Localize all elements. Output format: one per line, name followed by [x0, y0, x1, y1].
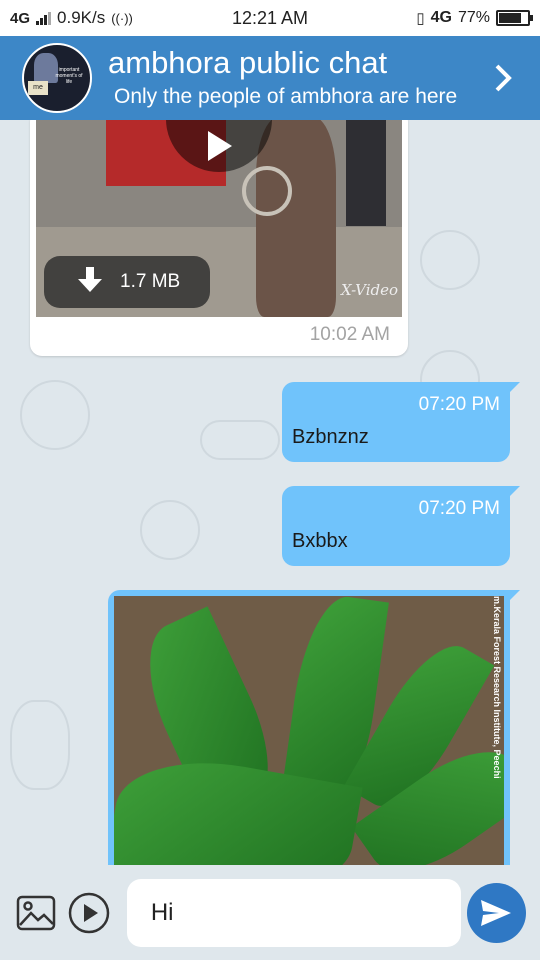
chat-subtitle: Only the people of ambhora are here [114, 85, 458, 108]
download-icon [76, 265, 104, 299]
hotspot-icon: ((·)) [111, 10, 133, 26]
message-input[interactable] [126, 878, 461, 947]
background-doodle [200, 420, 280, 460]
status-right: ▯ 4G 77% [330, 9, 533, 27]
speed-label: 0.9K/s [57, 8, 106, 27]
message-list[interactable]: 1.7 MB X-Video 10:02 AM 07:20 PM Bzbnznz… [0, 120, 540, 865]
message-text: Bzbnznz [292, 426, 369, 448]
message-time: 07:20 PM [418, 498, 500, 519]
composer-bar [0, 865, 540, 960]
chevron-right-icon[interactable] [488, 58, 518, 98]
download-button[interactable]: 1.7 MB [44, 256, 210, 308]
avatar-tag: me [28, 81, 48, 95]
video-size: 1.7 MB [120, 271, 181, 292]
clock: 12:21 AM [231, 7, 309, 28]
chat-header[interactable]: me important moment's of life ambhora pu… [0, 36, 540, 120]
send-button[interactable] [466, 882, 526, 943]
background-doodle [20, 380, 90, 450]
outgoing-photo-message[interactable]: m.Kerala Forest Research Institute, Peec… [108, 590, 520, 865]
background-doodle [140, 500, 200, 560]
video-thumbnail[interactable]: 1.7 MB X-Video [36, 120, 402, 317]
incoming-video-message[interactable]: 1.7 MB X-Video 10:02 AM [30, 120, 408, 356]
video-scene [256, 120, 336, 317]
message-text: Bxbbx [292, 530, 348, 552]
signal-icon [36, 11, 52, 25]
video-scene [242, 166, 292, 216]
outgoing-text-message[interactable]: 07:20 PM Bzbnznz [282, 382, 520, 462]
chat-title: ambhora public chat [108, 45, 388, 80]
status-left: 4G 0.9K/s ((·)) [10, 8, 210, 28]
avatar-caption: important moment's of life [55, 67, 83, 85]
vibrate-icon: ▯ [416, 10, 425, 27]
play-circle-icon[interactable] [67, 891, 110, 935]
avatar[interactable]: me important moment's of life [22, 43, 92, 113]
status-bar: 4G 0.9K/s ((·)) 12:21 AM ▯ 4G 77% [0, 0, 540, 36]
message-time: 10:02 AM [309, 324, 390, 345]
battery-percent: 77% [457, 9, 490, 26]
send-icon [481, 899, 512, 926]
photo-image[interactable]: m.Kerala Forest Research Institute, Peec… [114, 596, 504, 865]
video-watermark: X-Video [341, 281, 398, 299]
message-time: 07:20 PM [418, 394, 500, 415]
lte-label: 4G [430, 9, 452, 26]
outgoing-text-message[interactable]: 07:20 PM Bxbbx [282, 486, 520, 566]
background-doodle [10, 700, 70, 790]
background-doodle [420, 230, 480, 290]
image-icon[interactable] [14, 891, 57, 935]
battery-icon [496, 10, 533, 26]
header-text[interactable]: ambhora public chat Only the people of a… [108, 46, 488, 110]
network-label: 4G [10, 9, 31, 27]
photo-credit: m.Kerala Forest Research Institute, Peec… [492, 596, 502, 779]
video-scene [346, 120, 386, 226]
